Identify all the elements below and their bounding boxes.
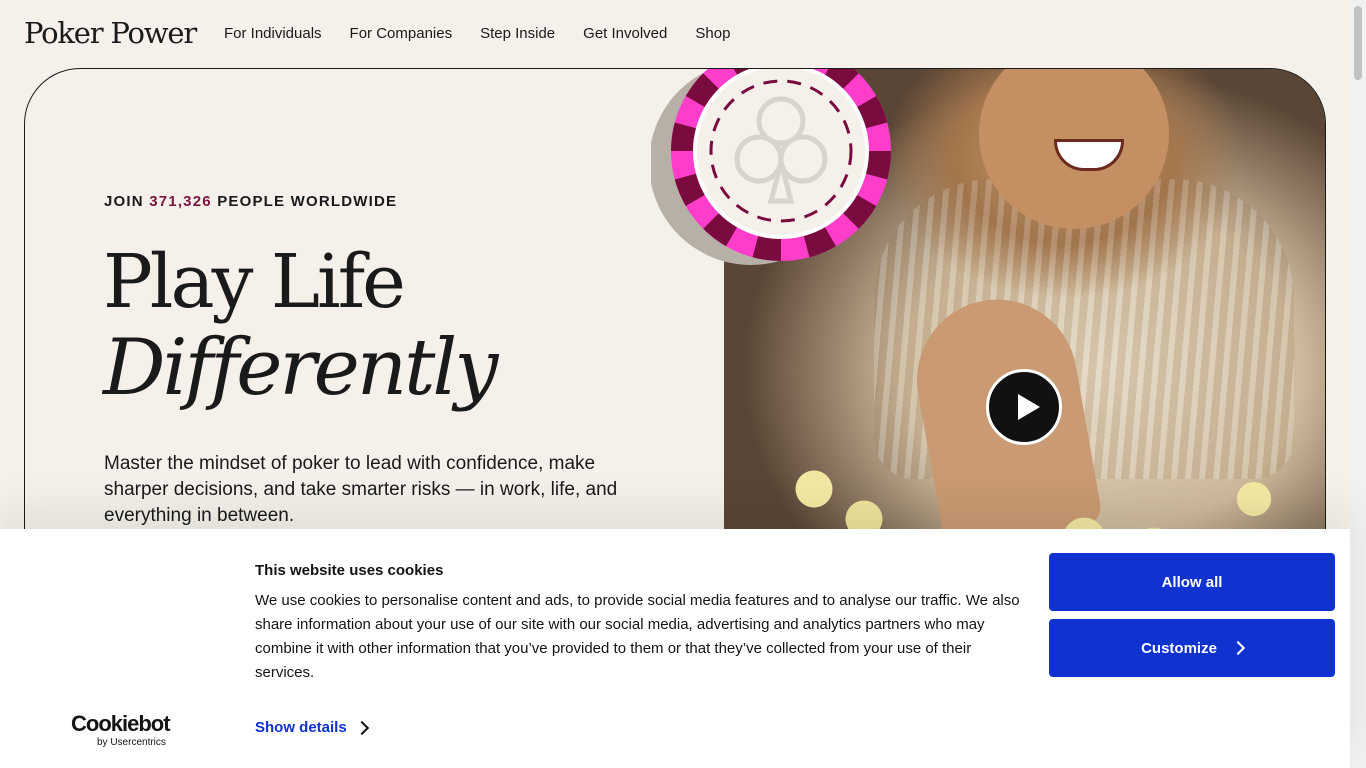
hero-subtitle: Master the mindset of poker to lead with… — [104, 453, 618, 526]
cookie-text: We use cookies to personalise content an… — [255, 592, 1020, 681]
allow-all-button[interactable]: Allow all — [1049, 553, 1335, 611]
site-header: Poker Power For Individuals For Companie… — [0, 0, 1350, 68]
play-video-button[interactable] — [986, 369, 1062, 445]
customize-label: Customize — [1141, 639, 1217, 657]
nav-for-individuals[interactable]: For Individuals — [224, 25, 322, 42]
logo[interactable]: Poker Power — [24, 16, 197, 50]
nav-for-companies[interactable]: For Companies — [350, 25, 453, 42]
show-details-link[interactable]: Show details — [255, 719, 369, 736]
cookie-title: This website uses cookies — [255, 562, 444, 579]
chevron-right-icon — [354, 720, 369, 735]
page-scrollbar[interactable] — [1350, 0, 1366, 768]
headline-line-1: Play Life — [103, 239, 406, 325]
cookiebot-logo: Cookiebot by Usercentrics — [71, 711, 171, 749]
customize-button[interactable]: Customize — [1049, 619, 1335, 677]
poker-chip-graphic — [649, 69, 891, 265]
show-details-label: Show details — [255, 719, 347, 736]
nav-step-inside[interactable]: Step Inside — [480, 25, 555, 42]
member-count: 371,326 — [149, 193, 212, 210]
members-kicker: JOIN 371,326 PEOPLE WORLDWIDE — [104, 193, 397, 210]
scrollbar-thumb[interactable] — [1354, 6, 1362, 80]
cookiebot-name: Cookiebot — [71, 711, 171, 736]
cookie-banner: Cookiebot by Usercentrics This website u… — [0, 529, 1350, 768]
poker-chip-icon — [649, 69, 901, 291]
chevron-right-icon — [1230, 640, 1245, 656]
nav-shop[interactable]: Shop — [695, 25, 730, 42]
nav-get-involved[interactable]: Get Involved — [583, 25, 667, 42]
kicker-prefix: JOIN — [104, 193, 144, 210]
headline-line-2: Differently — [103, 323, 498, 413]
allow-all-label: Allow all — [1161, 573, 1223, 591]
kicker-suffix: PEOPLE WORLDWIDE — [217, 193, 398, 210]
main-nav: For Individuals For Companies Step Insid… — [224, 25, 730, 42]
cookiebot-sub: by Usercentrics — [97, 737, 166, 748]
